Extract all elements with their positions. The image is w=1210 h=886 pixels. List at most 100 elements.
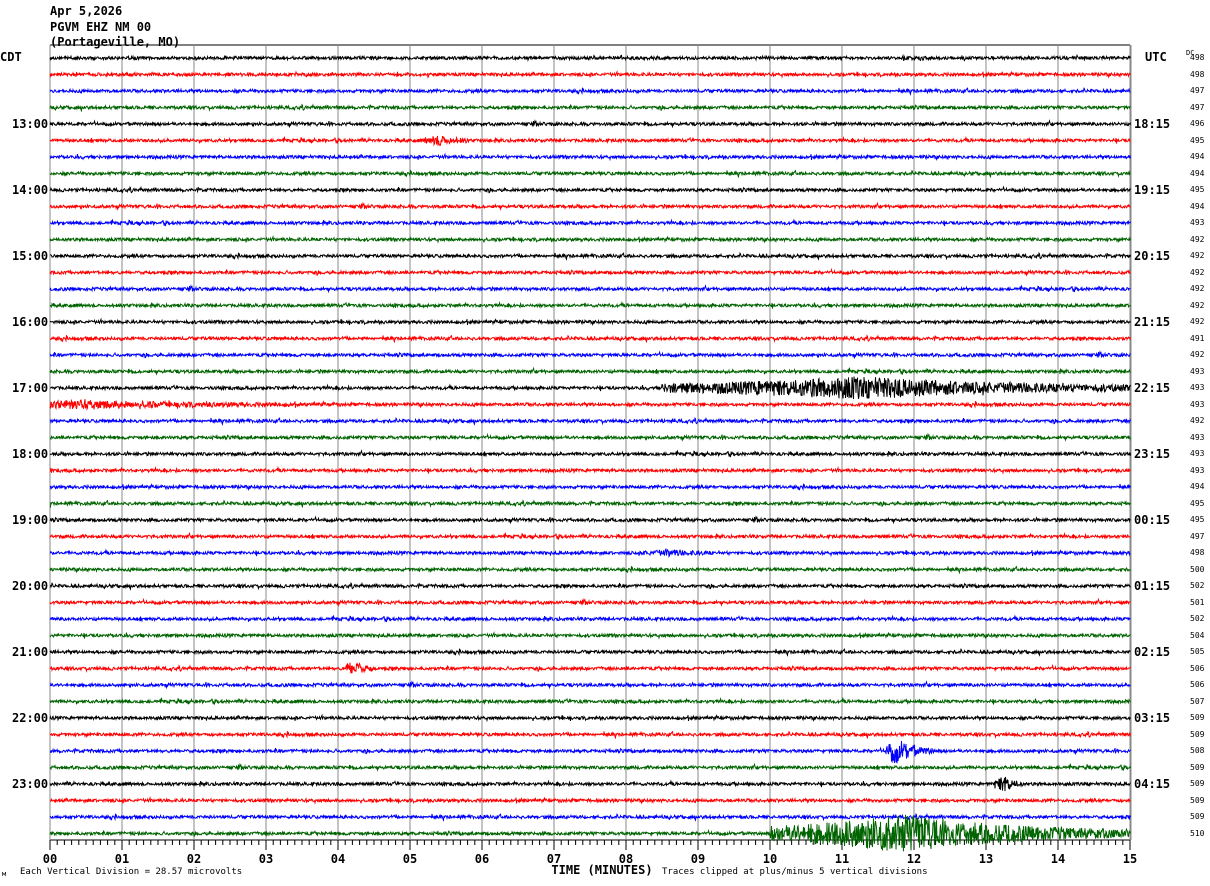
dc-offset-value: 504 [1190,630,1205,640]
dc-offset-value: 494 [1190,152,1205,161]
seismic-trace [49,730,1131,740]
dc-offset-value: 492 [1190,267,1205,277]
seismic-trace [49,499,1131,509]
cdt-time-label: 21:00 [12,645,49,659]
dc-offset-value: 501 [1190,597,1205,607]
seismic-trace [49,267,1131,277]
dc-offset-value: 509 [1190,729,1205,739]
dc-offset-value: 493 [1190,366,1205,376]
dc-offset-value: 492 [1190,284,1205,293]
dc-offset-value: 491 [1190,333,1205,343]
dc-offset-value: 495 [1190,135,1205,145]
x-tick-label: 12 [906,852,922,866]
seismic-trace [49,565,1131,575]
dc-offset-value: 509 [1190,812,1205,821]
x-axis-title: TIME (MINUTES) [551,863,653,877]
seismic-trace [49,432,1131,442]
x-tick-label: 00 [42,852,58,866]
dc-offset-value: 493 [1190,399,1205,409]
seismic-trace [49,317,1131,327]
seismic-trace [49,483,1131,492]
seismic-trace [49,776,1131,792]
utc-time-label: 02:15 [1134,645,1171,659]
x-tick-label: 01 [114,852,130,866]
utc-time-label: 23:15 [1134,447,1171,461]
utc-time-label: 18:15 [1134,117,1171,131]
seismic-trace [49,366,1131,376]
seismic-trace [49,762,1131,772]
dc-offset-value: 492 [1190,317,1205,326]
dc-offset-value: 507 [1190,696,1205,706]
dc-offset-value: 495 [1190,515,1205,524]
cdt-time-label: 16:00 [12,315,49,329]
seismic-trace [49,597,1131,607]
seismic-trace [49,795,1131,805]
dc-offset-value: 493 [1190,432,1205,442]
utc-time-label: 03:15 [1134,711,1171,725]
clip-note: Traces clipped at plus/minus 5 vertical … [662,867,928,877]
helicorder-chart: Apr 5,2026 PGVM EHZ NM 00 (Portageville,… [0,0,1210,886]
cdt-time-label: 18:00 [12,447,49,461]
cdt-time-label: 20:00 [12,579,49,593]
seismic-trace [49,812,1131,822]
seismic-trace [49,300,1131,310]
utc-time-label: 01:15 [1134,579,1171,593]
dc-offset-value: 496 [1190,119,1205,128]
dc-offset-value: 509 [1190,779,1205,788]
utc-time-label: 00:15 [1134,513,1171,527]
dc-offset-value: 493 [1190,465,1205,475]
dc-offset-value: 510 [1190,828,1205,838]
seismic-trace [49,218,1131,227]
seismic-trace [49,630,1131,640]
corner-mark: м [2,870,7,878]
seismic-trace [49,87,1131,96]
dc-offset-value: 494 [1190,168,1205,178]
seismic-trace [49,614,1131,623]
seismic-trace [49,548,1131,559]
dc-offset-value: 494 [1190,201,1205,211]
x-tick-label: 03 [258,852,274,866]
seismic-trace [49,119,1131,129]
dc-offset-value: 492 [1190,300,1205,310]
dc-offset-value: 497 [1190,86,1205,95]
cdt-time-label: 14:00 [12,183,49,197]
dc-offset-value: 494 [1190,482,1205,491]
seismic-trace [49,581,1131,591]
dc-offset-value: 492 [1190,350,1205,359]
seismic-trace [49,680,1131,690]
dc-offset-value: 497 [1190,531,1205,541]
seismic-trace [49,515,1131,525]
seismic-trace [49,662,1131,674]
dc-offset-value: 502 [1190,614,1205,623]
cdt-time-label: 23:00 [12,777,49,791]
dc-offset-value: 506 [1190,663,1205,673]
seismic-trace [49,376,1131,400]
seismic-trace [49,398,1131,411]
dc-offset-value: 509 [1190,795,1205,805]
x-tick-label: 09 [690,852,706,866]
seismic-trace [49,449,1131,458]
seismic-trace [49,531,1131,541]
seismic-trace [49,740,1131,764]
dc-offset-value: 498 [1190,53,1205,62]
x-tick-label: 06 [474,852,490,866]
dc-offset-value: 498 [1190,69,1205,79]
dc-offset-value: 495 [1190,185,1205,194]
seismic-trace [49,69,1131,79]
x-tick-label: 14 [1050,852,1066,866]
seismic-trace [49,350,1131,360]
seismic-trace [49,416,1131,426]
cdt-time-label: 19:00 [12,513,49,527]
trace-plot [49,44,1132,852]
seismic-trace [49,465,1131,475]
dc-offset-value: 500 [1190,564,1205,574]
x-tick-label: 13 [978,852,994,866]
seismic-trace [50,696,1131,706]
x-tick-label: 05 [402,852,418,866]
dc-offset-value: 492 [1190,234,1205,244]
seismic-trace [49,201,1131,211]
cdt-time-label: 15:00 [12,249,49,263]
dc-offset-value: 508 [1190,746,1205,755]
x-tick-label: 10 [762,852,778,866]
dc-offset-value: 492 [1190,251,1205,260]
